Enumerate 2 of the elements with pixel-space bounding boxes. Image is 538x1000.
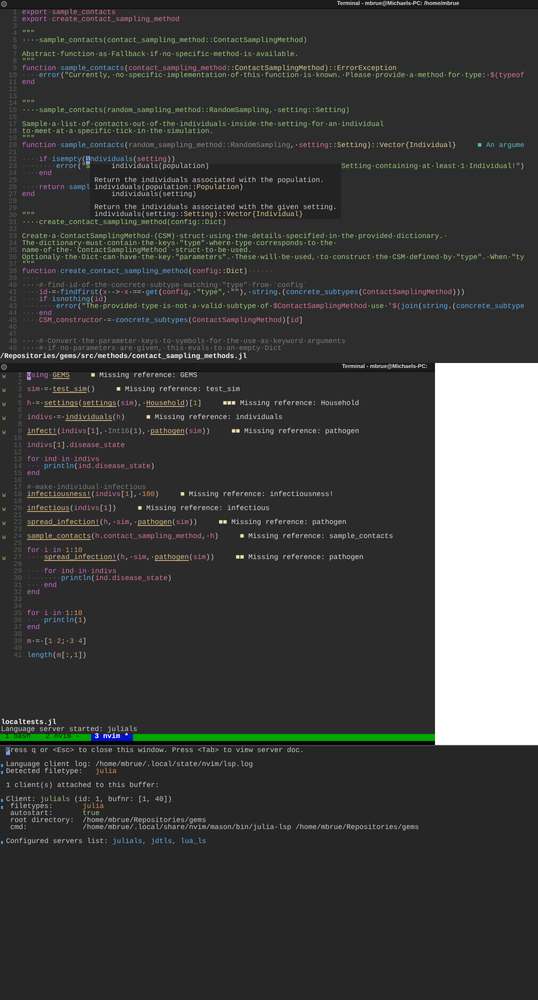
app-icon [1,1,7,7]
app-icon [1,364,7,370]
